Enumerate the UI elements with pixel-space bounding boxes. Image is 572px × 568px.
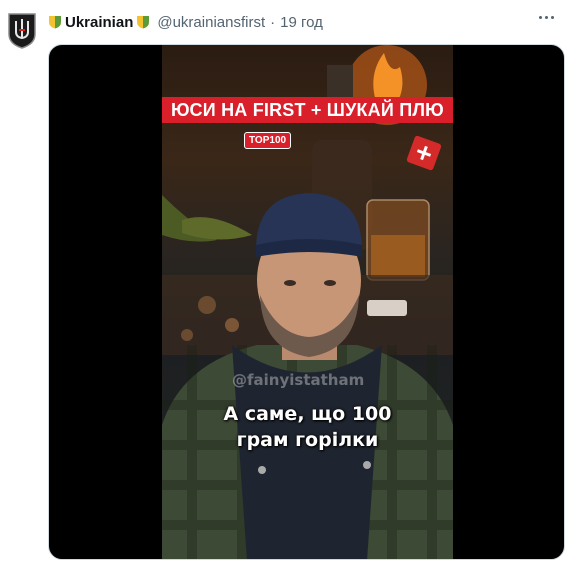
subtitle-line: А саме, що 100 bbox=[223, 403, 392, 425]
video-frame[interactable]: ЮСИ НА FIRST + ШУКАЙ ПЛЮ TOP100 @fainyis… bbox=[162, 45, 453, 559]
tweet-header: Ukrainian @ukrainiansfirst · 19 год bbox=[48, 12, 323, 32]
timestamp[interactable]: 19 год bbox=[280, 14, 323, 31]
video-banner: ЮСИ НА FIRST + ШУКАЙ ПЛЮ bbox=[162, 97, 453, 123]
top100-badge: TOP100 bbox=[244, 132, 292, 149]
dot-icon bbox=[550, 15, 554, 19]
media-container[interactable]: ЮСИ НА FIRST + ШУКАЙ ПЛЮ TOP100 @fainyis… bbox=[48, 44, 565, 560]
trident-shield-icon bbox=[8, 13, 36, 49]
avatar[interactable] bbox=[6, 10, 38, 50]
shield-badge-icon bbox=[49, 16, 61, 29]
subtitle-line: грам горілки bbox=[236, 429, 379, 451]
video-watermark: @fainyistatham bbox=[232, 371, 365, 389]
user-handle[interactable]: @ukrainiansfirst bbox=[157, 14, 265, 31]
dot-icon bbox=[544, 15, 548, 19]
video-subtitle: А саме, що 100 грам горілки bbox=[162, 401, 453, 453]
more-options-button[interactable] bbox=[536, 10, 556, 24]
display-name[interactable]: Ukrainian bbox=[65, 14, 133, 31]
separator-dot: · bbox=[270, 13, 276, 31]
dot-icon bbox=[538, 15, 542, 19]
shield-badge-icon bbox=[137, 16, 150, 29]
